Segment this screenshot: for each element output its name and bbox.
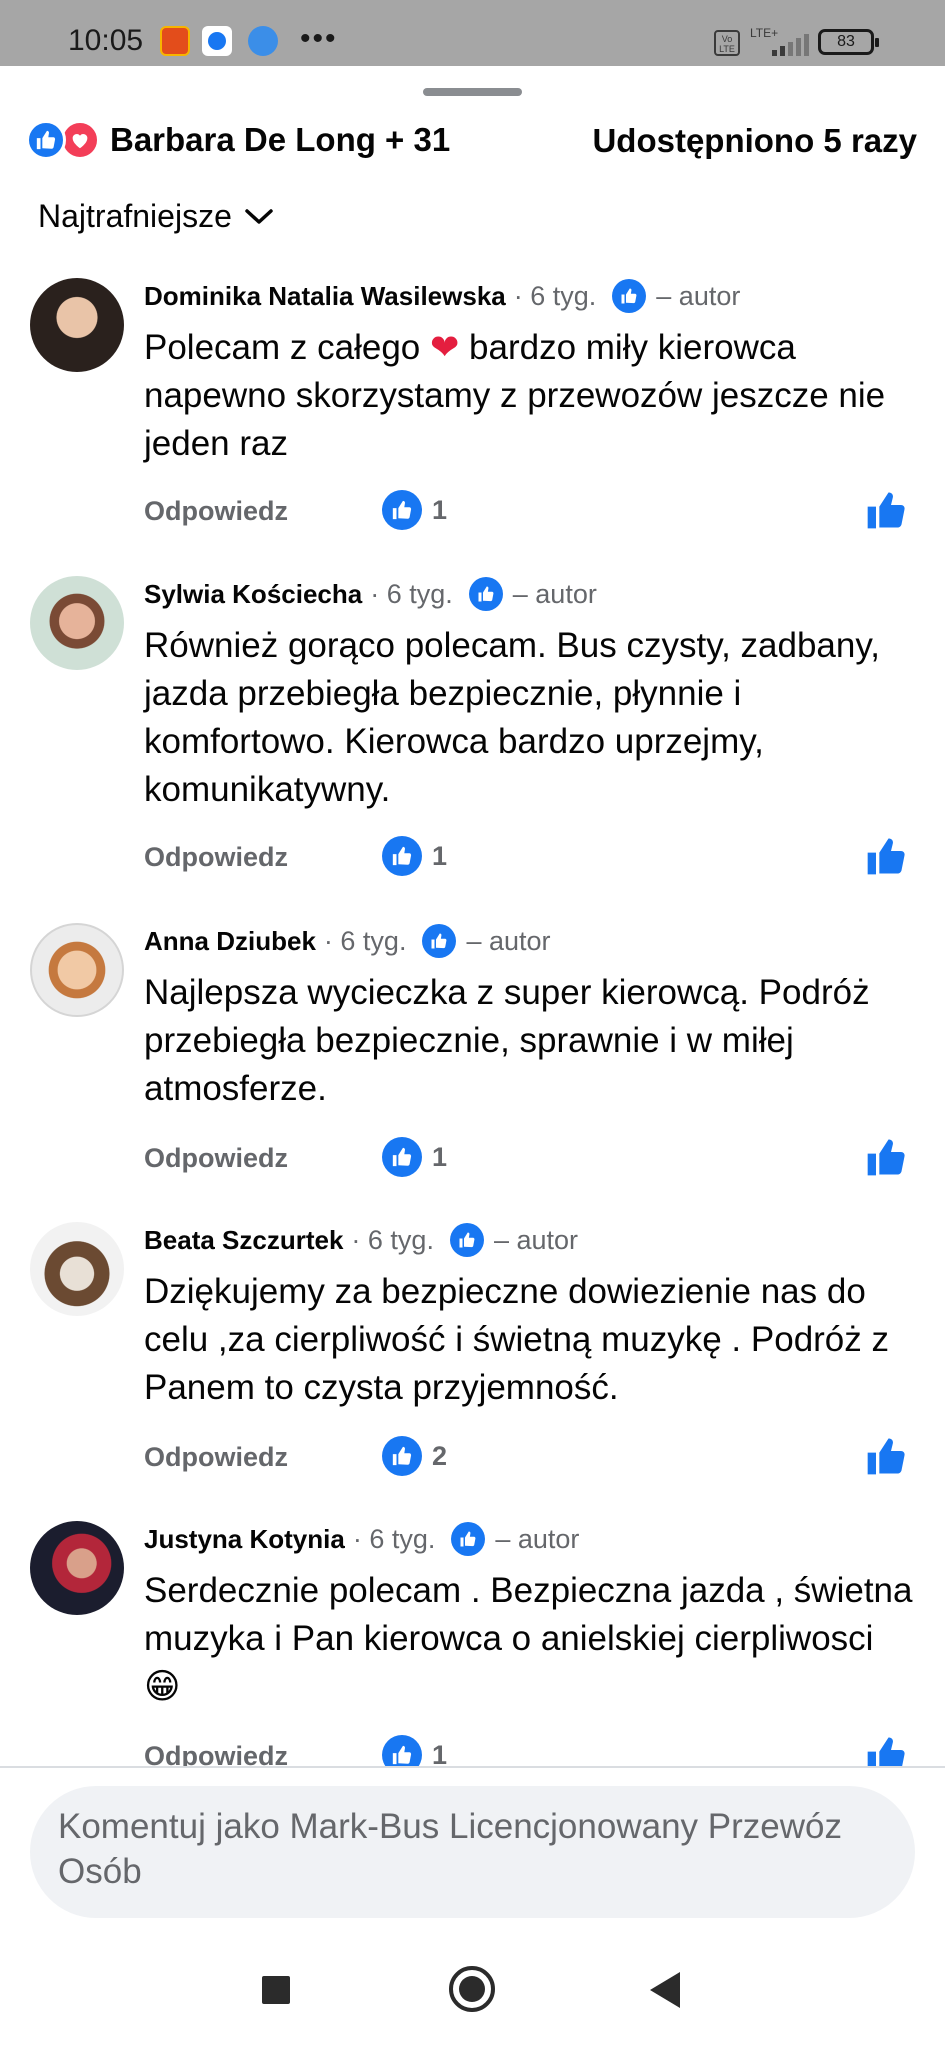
comment-text: Serdecznie polecam . Bezpieczna jazda , … — [144, 1571, 913, 1706]
comment-author-name[interactable]: Beata Szczurtek — [144, 1225, 343, 1256]
home-button[interactable] — [449, 1966, 495, 2012]
author-like-icon — [449, 1223, 484, 1257]
comment-text: Dziękujemy za bezpieczne dowiezienie nas… — [144, 1272, 889, 1407]
like-button-icon[interactable] — [866, 490, 906, 530]
comment-author-name[interactable]: Anna Dziubek — [144, 926, 316, 957]
comment-like-count[interactable]: 1 — [372, 1137, 447, 1177]
like-button-icon[interactable] — [866, 1137, 906, 1177]
reply-button[interactable]: Odpowiedz — [144, 1442, 288, 1473]
author-label: – autor — [466, 925, 551, 956]
like-button-icon[interactable] — [866, 1735, 906, 1766]
status-bar: 10:05 ••• Vo LTE LTE+ 83 — [0, 0, 945, 66]
like-icon — [382, 1735, 422, 1766]
divider — [0, 1766, 945, 1768]
battery-icon: 83 — [818, 29, 879, 55]
recents-button[interactable] — [262, 1976, 290, 2004]
author-label: – autor — [495, 1523, 580, 1554]
app-notification-icon — [160, 26, 190, 56]
reply-button[interactable]: Odpowiedz — [144, 1143, 288, 1174]
grinning-emoji: 😁 — [144, 1667, 181, 1706]
comment: Dominika Natalia Wasilewska · 6 tyg. – a… — [0, 270, 945, 550]
chevron-down-icon — [245, 208, 273, 224]
comment: Justyna Kotynia · 6 tyg. – autor Serdecz… — [0, 1513, 945, 1766]
comment-author-name[interactable]: Sylwia Kościecha — [144, 579, 362, 610]
author-like-icon — [612, 279, 647, 313]
comment-time[interactable]: · 6 tyg. — [351, 1225, 434, 1256]
comment-time[interactable]: · 6 tyg. — [324, 926, 407, 957]
comment: Sylwia Kościecha · 6 tyg. – autor Równie… — [0, 568, 945, 876]
comment-like-count[interactable]: 1 — [372, 490, 447, 530]
like-icon — [382, 1137, 422, 1177]
more-notifications-icon: ••• — [300, 22, 338, 55]
comment-like-count[interactable]: 1 — [372, 1735, 447, 1766]
author-like-icon — [468, 577, 503, 611]
shares-count[interactable]: Udostępniono 5 razy — [592, 122, 917, 160]
like-icon — [26, 120, 66, 160]
comment: Beata Szczurtek · 6 tyg. – autor Dziękuj… — [0, 1214, 945, 1494]
comment-time[interactable]: · 6 tyg. — [353, 1524, 436, 1555]
reactions-summary[interactable]: Barbara De Long + 31 — [26, 118, 450, 162]
like-button-icon[interactable] — [866, 836, 906, 876]
messenger-notification-icon — [202, 26, 232, 56]
like-button-icon[interactable] — [866, 1436, 906, 1476]
reply-button[interactable]: Odpowiedz — [144, 1741, 288, 1766]
back-button[interactable] — [650, 1972, 680, 2008]
author-like-icon — [451, 1522, 486, 1556]
heart-emoji: ❤ — [429, 328, 460, 367]
avatar[interactable] — [30, 1521, 124, 1615]
like-icon — [382, 490, 422, 530]
author-label: – autor — [493, 1224, 579, 1255]
author-label: – autor — [512, 578, 597, 609]
author-label: – autor — [656, 280, 741, 311]
avatar[interactable] — [30, 576, 124, 670]
sort-label: Najtrafniejsze — [38, 198, 232, 234]
avatar[interactable] — [30, 923, 124, 1017]
comment-text: Najlepsza wycieczka z super kierowcą. Po… — [144, 973, 870, 1108]
comment-author-name[interactable]: Dominika Natalia Wasilewska — [144, 281, 506, 312]
reply-button[interactable]: Odpowiedz — [144, 496, 288, 527]
avatar[interactable] — [30, 278, 124, 372]
comment-time[interactable]: · 6 tyg. — [370, 579, 453, 610]
reacted-by-text: Barbara De Long + 31 — [110, 121, 451, 158]
author-like-icon — [422, 924, 457, 958]
comment-input[interactable]: Komentuj jako Mark-Bus Licencjonowany Pr… — [30, 1786, 915, 1918]
love-icon — [60, 120, 100, 160]
comment-author-name[interactable]: Justyna Kotynia — [144, 1524, 345, 1555]
like-icon — [382, 1436, 422, 1476]
comment-text: Polecam z całego ❤ bardzo miły kierowca … — [144, 328, 886, 463]
reply-button[interactable]: Odpowiedz — [144, 842, 288, 873]
signal-icon — [772, 34, 809, 56]
app-notification-icon — [248, 26, 278, 56]
sort-dropdown[interactable]: Najtrafniejsze — [38, 198, 274, 235]
status-time: 10:05 — [68, 24, 144, 57]
volte-icon: Vo LTE — [714, 30, 740, 56]
comment-like-count[interactable]: 1 — [372, 836, 447, 876]
avatar[interactable] — [30, 1222, 124, 1316]
like-icon — [382, 836, 422, 876]
comment-time[interactable]: · 6 tyg. — [514, 281, 597, 312]
drag-handle[interactable] — [423, 88, 522, 96]
comment: Anna Dziubek · 6 tyg. – autor Najlepsza … — [0, 915, 945, 1195]
comment-text: Również gorąco polecam. Bus czysty, zadb… — [144, 626, 880, 809]
comment-like-count[interactable]: 2 — [372, 1436, 447, 1476]
